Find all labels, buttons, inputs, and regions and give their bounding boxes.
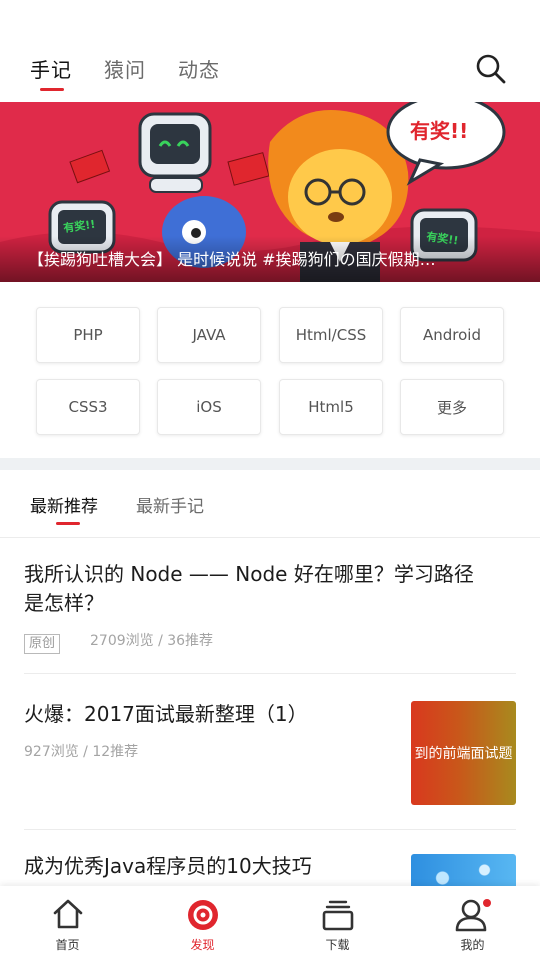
category-html-css[interactable]: Html/CSS	[279, 307, 383, 363]
sub-tab-indicator	[56, 522, 80, 525]
original-badge: 原创	[24, 634, 61, 654]
divider	[24, 829, 516, 830]
tab-questions[interactable]: 猿问	[104, 54, 146, 83]
search-icon[interactable]	[474, 52, 508, 86]
article-thumbnail: 到的前端面试题	[411, 701, 516, 805]
category-css3[interactable]: CSS3	[36, 379, 140, 435]
section-divider	[0, 458, 540, 470]
category-more[interactable]: 更多	[400, 379, 504, 435]
bottom-nav: 首页 发现 下载 我的	[0, 886, 540, 960]
profile-icon	[453, 898, 493, 936]
nav-discover[interactable]: 发现	[135, 886, 270, 960]
robot-left	[138, 112, 212, 193]
tab-notes[interactable]: 手记	[30, 54, 72, 83]
article-title: 我所认识的 Node —— Node 好在哪里？学习路径 是怎样？	[24, 562, 474, 615]
category-android[interactable]: Android	[400, 307, 504, 363]
category-java[interactable]: JAVA	[157, 307, 261, 363]
nav-home-label: 首页	[55, 938, 80, 952]
nav-discover-label: 发现	[190, 938, 215, 952]
article-title: 火爆：2017面试最新整理（1）	[24, 702, 308, 726]
tab-latest-recommended[interactable]: 最新推荐	[30, 492, 98, 517]
category-ios[interactable]: iOS	[157, 379, 261, 435]
article-title: 成为优秀Java程序员的10大技巧	[24, 854, 312, 878]
home-icon	[51, 898, 85, 934]
nav-download-label: 下载	[325, 938, 350, 952]
nav-profile[interactable]: 我的	[405, 886, 540, 960]
banner-caption: 【挨踢狗吐槽大会】 是时候说说 #挨踢狗们の国庆假期…	[0, 236, 540, 282]
article-meta: 927浏览 / 12推荐	[24, 744, 139, 760]
nav-home[interactable]: 首页	[0, 886, 135, 960]
tab-feed[interactable]: 动态	[178, 54, 220, 83]
nav-download[interactable]: 下载	[270, 886, 405, 960]
svg-text:有奖!!: 有奖!!	[410, 119, 468, 143]
divider	[0, 537, 540, 538]
divider	[24, 673, 516, 674]
top-nav: 手记 猿问 动态	[0, 0, 540, 102]
notification-dot	[482, 899, 491, 907]
nav-profile-label: 我的	[460, 938, 485, 952]
category-php[interactable]: PHP	[36, 307, 140, 363]
article-meta: 2709浏览 / 36推荐	[90, 633, 214, 649]
download-icon	[321, 898, 355, 936]
category-html5[interactable]: Html5	[279, 379, 383, 435]
banner-caption-text: 【挨踢狗吐槽大会】 是时候说说 #挨踢狗们の国庆假期…	[28, 250, 436, 269]
discover-icon	[186, 898, 220, 936]
tab-latest-notes[interactable]: 最新手记	[136, 492, 204, 517]
active-tab-indicator	[40, 88, 64, 91]
